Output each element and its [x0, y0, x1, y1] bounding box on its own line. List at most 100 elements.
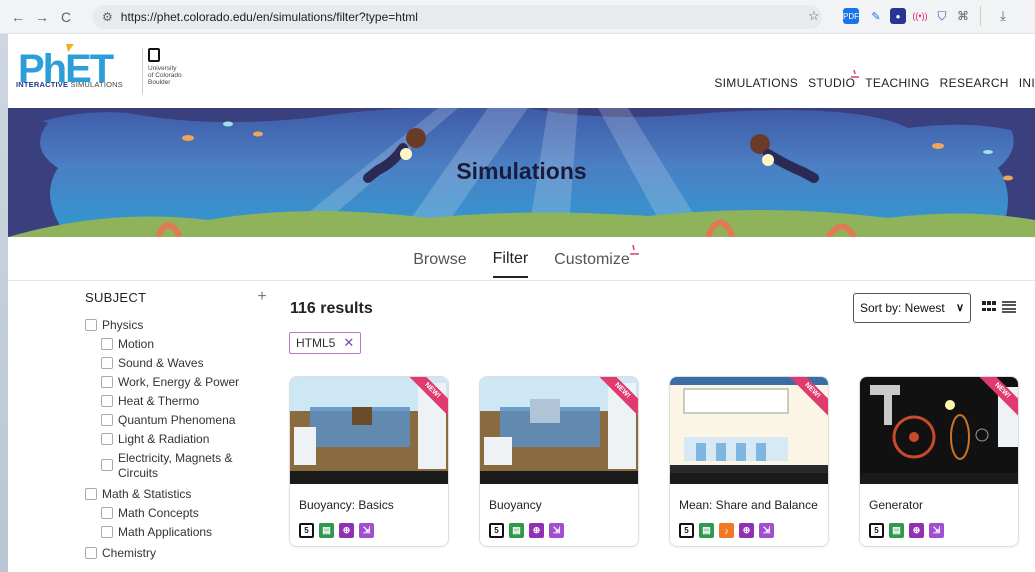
filter-chip-html5[interactable]: HTML5 ✕ — [289, 332, 362, 354]
interactive-description-icon[interactable]: ⇲ — [359, 523, 374, 538]
zoom-icon[interactable]: ⊕ — [529, 523, 544, 538]
checkbox-sound-waves[interactable]: Sound & Waves — [85, 356, 275, 371]
nav-studio[interactable]: STUDIO — [808, 70, 860, 90]
card-title[interactable]: Buoyancy: Basics — [299, 498, 394, 512]
checkbox-light-radiation[interactable]: Light & Radiation — [85, 432, 275, 447]
logo-tagline: INTERACTIVE SIMULATIONS — [16, 80, 123, 89]
checkbox-motion[interactable]: Motion — [85, 337, 275, 352]
sound-icon[interactable]: ♪ — [719, 523, 734, 538]
checkbox-box[interactable] — [101, 414, 113, 426]
card-title[interactable]: Buoyancy — [489, 498, 542, 512]
puzzle-extensions-icon[interactable]: ⌘ — [955, 8, 971, 24]
back-button[interactable]: ← — [6, 5, 30, 29]
card-title[interactable]: Generator — [869, 498, 923, 512]
site-settings-icon[interactable]: ⚙ — [102, 10, 113, 24]
sim-card-generator[interactable]: NEW! Generator 5 ▤ ⊕ ⇲ — [859, 376, 1019, 547]
sim-card-mean-share-balance[interactable]: NEW! Mean: Share and Balance 5 ▤ ♪ ⊕ ⇲ — [669, 376, 829, 547]
checkbox-math-statistics[interactable]: Math & Statistics — [85, 487, 275, 502]
checkbox-math-concepts[interactable]: Math Concepts — [85, 506, 275, 521]
checkbox-label: Work, Energy & Power — [118, 375, 240, 389]
checkbox-box[interactable] — [101, 459, 113, 471]
page-title: Simulations — [456, 158, 587, 184]
html5-icon: 5 — [299, 523, 314, 538]
card-title[interactable]: Mean: Share and Balance — [679, 498, 818, 512]
checkbox-box[interactable] — [101, 507, 113, 519]
interactive-description-icon[interactable]: ⇲ — [549, 523, 564, 538]
interactive-description-icon[interactable]: ⇲ — [759, 523, 774, 538]
list-view-icon[interactable] — [1002, 301, 1016, 313]
sim-card-buoyancy[interactable]: NEW! Buoyancy 5 ▤ ⊕ ⇲ — [479, 376, 639, 547]
tagline-bold: INTERACTIVE — [16, 80, 69, 89]
interactive-description-icon[interactable]: ⇲ — [929, 523, 944, 538]
checkbox-box[interactable] — [101, 338, 113, 350]
checkbox-electricity-magnets-circuits[interactable]: Electricity, Magnets & Circuits — [85, 451, 275, 481]
hero-banner: Simulations — [8, 108, 1035, 237]
checkbox-box[interactable] — [85, 319, 97, 331]
html5-icon: 5 — [489, 523, 504, 538]
checkbox-box[interactable] — [101, 395, 113, 407]
download-icon[interactable]: ⤓ — [995, 8, 1011, 24]
checkbox-box[interactable] — [101, 526, 113, 538]
url-text: https://phet.colorado.edu/en/simulations… — [120, 10, 418, 24]
site-header: PhET INTERACTIVE SIMULATIONS University … — [8, 34, 1035, 108]
checkbox-label: Heat & Thermo — [118, 394, 200, 408]
nav-research[interactable]: RESEARCH — [940, 76, 1009, 90]
zoom-icon[interactable]: ⊕ — [739, 523, 754, 538]
checkbox-box[interactable] — [85, 547, 97, 559]
reload-button[interactable]: C — [54, 5, 78, 29]
bookmark-star-icon[interactable]: ☆ — [808, 8, 820, 24]
shield-extension-icon[interactable]: ⛉ — [934, 8, 950, 24]
wave-extension-icon[interactable]: ((•)) — [912, 8, 928, 24]
checkbox-heat-thermo[interactable]: Heat & Thermo — [85, 394, 275, 409]
nav-teaching[interactable]: TEACHING — [865, 76, 929, 90]
teacher-tips-icon[interactable]: ▤ — [889, 523, 904, 538]
checkbox-label: Sound & Waves — [118, 356, 204, 370]
sort-select[interactable]: Sort by: Newest ∨ — [853, 293, 971, 323]
grid-view-icon[interactable] — [982, 301, 996, 313]
tab-customize[interactable]: Customize — [554, 241, 639, 277]
tab-filter[interactable]: Filter — [492, 240, 529, 278]
tab-customize-label: Customize — [554, 250, 630, 268]
pen-extension-icon[interactable]: ✎ — [868, 8, 884, 24]
address-bar[interactable]: ⚙ https://phet.colorado.edu/en/simulatio… — [92, 5, 822, 29]
checkbox-work-energy-power[interactable]: Work, Energy & Power — [85, 375, 275, 390]
badges: 5 ▤ ⊕ ⇲ — [869, 523, 944, 538]
teacher-tips-icon[interactable]: ▤ — [319, 523, 334, 538]
checkbox-physics[interactable]: Physics — [85, 318, 275, 333]
university-text: University of Colorado Boulder — [148, 65, 182, 86]
checkbox-box[interactable] — [101, 376, 113, 388]
filter-chip-label: HTML5 — [296, 336, 336, 350]
teacher-tips-icon[interactable]: ▤ — [699, 523, 714, 538]
checkbox-label: Motion — [118, 337, 155, 351]
forward-button[interactable]: → — [30, 5, 54, 29]
checkbox-label: Chemistry — [102, 546, 157, 560]
nav-simulations[interactable]: SIMULATIONS — [714, 76, 798, 90]
expand-plus-icon[interactable]: + — [257, 288, 267, 306]
checkbox-chemistry[interactable]: Chemistry — [85, 546, 275, 561]
checkbox-math-applications[interactable]: Math Applications — [85, 525, 275, 540]
pdf-extension-icon[interactable]: PDF — [843, 8, 859, 24]
chevron-down-icon: ∨ — [955, 302, 964, 314]
cu-buffalo-icon — [148, 48, 160, 62]
filter-sidebar: SUBJECT + Physics Motion Sound & Waves W… — [85, 288, 275, 565]
nav-initiatives[interactable]: INI — [1019, 76, 1035, 90]
checkbox-box[interactable] — [85, 488, 97, 500]
teacher-tips-icon[interactable]: ▤ — [509, 523, 524, 538]
checkbox-box[interactable] — [101, 357, 113, 369]
checkbox-quantum-phenomena[interactable]: Quantum Phenomena — [85, 413, 275, 428]
zoom-icon[interactable]: ⊕ — [909, 523, 924, 538]
phet-logo[interactable]: PhET — [16, 42, 128, 98]
zoom-icon[interactable]: ⊕ — [339, 523, 354, 538]
sim-card-buoyancy-basics[interactable]: NEW! Buoyancy: Basics 5 ▤ ⊕ ⇲ — [289, 376, 449, 547]
subject-header[interactable]: SUBJECT + — [85, 288, 267, 306]
browser-toolbar: ← → C ⚙ https://phet.colorado.edu/en/sim… — [0, 0, 1035, 34]
close-icon[interactable]: ✕ — [343, 335, 354, 351]
checkbox-label: Electricity, Magnets & Circuits — [118, 451, 233, 480]
checkbox-box[interactable] — [101, 433, 113, 445]
tab-browse[interactable]: Browse — [413, 241, 466, 277]
subject-title: SUBJECT — [85, 289, 147, 305]
checkbox-label: Physics — [102, 318, 144, 332]
html5-icon: 5 — [679, 523, 694, 538]
toolbar-divider — [980, 6, 981, 26]
colorful-extension-icon[interactable]: ● — [890, 8, 906, 24]
